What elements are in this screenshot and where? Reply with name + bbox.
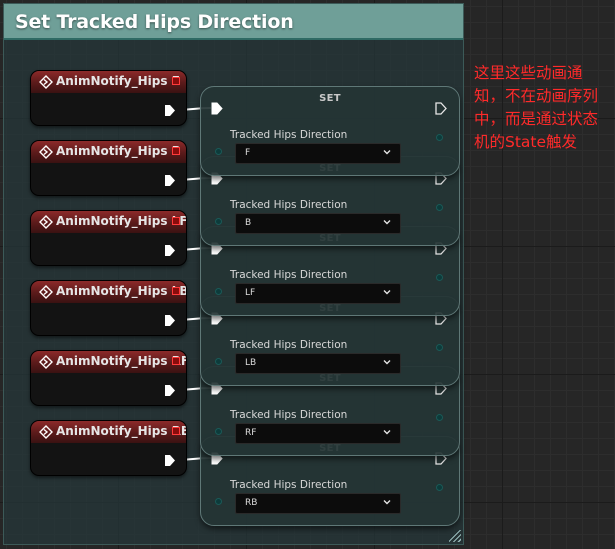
set-node-title: SET [319, 93, 341, 104]
comment-title: Set Tracked Hips Direction [15, 11, 294, 33]
event-diamond-icon [39, 145, 53, 159]
chevron-down-icon [383, 290, 391, 295]
chevron-down-icon [383, 150, 391, 155]
exec-out-pin-icon[interactable] [164, 314, 176, 327]
exec-out-pin-icon[interactable] [164, 174, 176, 187]
delegate-pin-icon[interactable] [172, 77, 180, 85]
value-output-pin-icon[interactable] [436, 484, 443, 491]
exec-out-pin-icon[interactable] [164, 384, 176, 397]
direction-select-value: B [245, 218, 252, 228]
value-output-pin-icon[interactable] [436, 134, 443, 141]
value-input-pin-icon[interactable] [215, 288, 222, 295]
variable-label: Tracked Hips Direction [230, 199, 348, 211]
event-node-header[interactable]: AnimNotify_Hips LF [31, 211, 186, 233]
event-node-header[interactable]: AnimNotify_Hips RF [31, 351, 186, 373]
event-diamond-icon [39, 425, 53, 439]
delegate-pin-icon[interactable] [172, 427, 180, 435]
anim-notify-event-node[interactable]: AnimNotify_Hips RB [30, 420, 187, 476]
chevron-down-icon [383, 220, 391, 225]
direction-select-value: LB [245, 358, 257, 368]
variable-label: Tracked Hips Direction [230, 269, 348, 281]
event-node-title: AnimNotify_Hips F [56, 74, 180, 88]
value-output-pin-icon[interactable] [436, 414, 443, 421]
delegate-pin-icon[interactable] [172, 217, 180, 225]
variable-label: Tracked Hips Direction [230, 479, 348, 491]
comment-header[interactable]: Set Tracked Hips Direction [4, 4, 463, 40]
event-diamond-icon [39, 215, 53, 229]
event-diamond-icon [39, 355, 53, 369]
direction-select[interactable]: RF [235, 423, 401, 444]
exec-out-pin-icon[interactable] [164, 104, 176, 117]
direction-select[interactable]: LF [235, 283, 401, 304]
value-output-pin-icon[interactable] [436, 204, 443, 211]
anim-notify-event-node[interactable]: AnimNotify_Hips B [30, 140, 187, 196]
exec-out-pin-icon[interactable] [164, 244, 176, 257]
direction-select-value: F [245, 148, 251, 158]
direction-select[interactable]: RB [235, 493, 401, 514]
event-node-title: AnimNotify_Hips LB [56, 284, 187, 298]
value-input-pin-icon[interactable] [215, 148, 222, 155]
variable-label: Tracked Hips Direction [230, 129, 348, 141]
direction-select-value: LF [245, 288, 256, 298]
value-input-pin-icon[interactable] [215, 358, 222, 365]
chevron-down-icon [383, 430, 391, 435]
event-node-title: AnimNotify_Hips RF [56, 354, 187, 368]
direction-select-value: RB [245, 498, 258, 508]
set-node[interactable]: SET Tracked Hips Direction F [200, 86, 460, 176]
anim-notify-event-node[interactable]: AnimNotify_Hips LB [30, 280, 187, 336]
value-input-pin-icon[interactable] [215, 218, 222, 225]
chevron-down-icon [383, 500, 391, 505]
delegate-pin-icon[interactable] [172, 147, 180, 155]
direction-select[interactable]: LB [235, 353, 401, 374]
anim-notify-event-node[interactable]: AnimNotify_Hips RF [30, 350, 187, 406]
event-node-header[interactable]: AnimNotify_Hips RB [31, 421, 186, 443]
chevron-down-icon [383, 360, 391, 365]
direction-select[interactable]: B [235, 213, 401, 234]
event-node-header[interactable]: AnimNotify_Hips LB [31, 281, 186, 303]
anim-notify-event-node[interactable]: AnimNotify_Hips LF [30, 210, 187, 266]
event-node-title: AnimNotify_Hips RB [56, 424, 187, 438]
direction-select[interactable]: F [235, 143, 401, 164]
event-node-header[interactable]: AnimNotify_Hips B [31, 141, 186, 163]
delegate-pin-icon[interactable] [172, 357, 180, 365]
variable-label: Tracked Hips Direction [230, 339, 348, 351]
delegate-pin-icon[interactable] [172, 287, 180, 295]
exec-out-pin-icon[interactable] [164, 454, 176, 467]
direction-select-value: RF [245, 428, 257, 438]
annotation-text: 这里这些动画通知，不在动画序列中，而是通过状态机的State触发 [474, 64, 599, 151]
variable-label: Tracked Hips Direction [230, 409, 348, 421]
event-node-header[interactable]: AnimNotify_Hips F [31, 71, 186, 93]
event-node-title: AnimNotify_Hips LF [56, 214, 187, 228]
value-input-pin-icon[interactable] [215, 498, 222, 505]
resize-grip-icon[interactable] [449, 530, 461, 542]
event-node-title: AnimNotify_Hips B [56, 144, 181, 158]
anim-notify-event-node[interactable]: AnimNotify_Hips F [30, 70, 187, 126]
event-diamond-icon [39, 75, 53, 89]
value-output-pin-icon[interactable] [436, 274, 443, 281]
value-input-pin-icon[interactable] [215, 428, 222, 435]
event-diamond-icon [39, 285, 53, 299]
value-output-pin-icon[interactable] [436, 344, 443, 351]
